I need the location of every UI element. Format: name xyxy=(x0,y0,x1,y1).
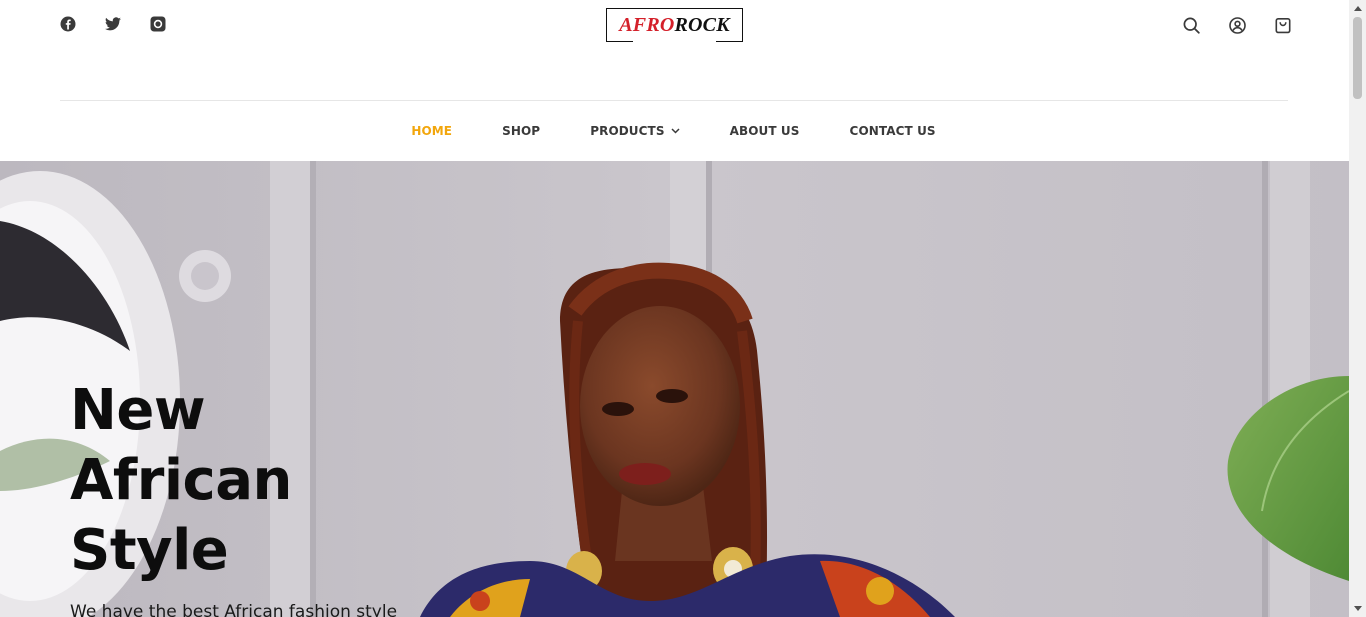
hero-title-line: African xyxy=(70,448,292,513)
site-header: AFRO ROCK HOME SHOP PRODUCTS ABOUT US CO… xyxy=(0,0,1349,161)
cart-icon[interactable] xyxy=(1273,15,1293,35)
nav-item-shop[interactable]: SHOP xyxy=(477,124,565,138)
nav-item-label: CONTACT US xyxy=(849,124,936,138)
logo-text-rock: ROCK xyxy=(674,13,730,36)
facebook-icon[interactable] xyxy=(58,14,77,33)
hero-title-line: Style xyxy=(70,518,229,583)
nav-item-label: PRODUCTS xyxy=(590,124,665,138)
scrollbar-thumb[interactable] xyxy=(1353,17,1362,99)
nav-item-label: SHOP xyxy=(502,124,541,138)
logo-text-afro: AFRO xyxy=(619,13,675,36)
site-logo[interactable]: AFRO ROCK xyxy=(606,8,743,43)
viewport: AFRO ROCK HOME SHOP PRODUCTS ABOUT US CO… xyxy=(0,0,1349,617)
nav-item-products[interactable]: PRODUCTS xyxy=(565,124,704,138)
scroll-down-arrow-icon[interactable] xyxy=(1349,600,1366,617)
nav-item-about-us[interactable]: ABOUT US xyxy=(705,124,825,138)
hero-banner: New African Style We have the best Afric… xyxy=(0,161,1349,617)
instagram-icon[interactable] xyxy=(148,14,167,33)
hero-text: New African Style xyxy=(70,376,292,586)
nav-list: HOME SHOP PRODUCTS ABOUT US CONTACT US xyxy=(386,124,960,138)
hero-subtitle: We have the best African fashion style xyxy=(70,602,398,617)
nav-item-label: ABOUT US xyxy=(729,124,800,138)
twitter-icon[interactable] xyxy=(103,14,122,33)
page: AFRO ROCK HOME SHOP PRODUCTS ABOUT US CO… xyxy=(0,0,1366,617)
scroll-up-arrow-icon[interactable] xyxy=(1349,0,1366,17)
search-icon[interactable] xyxy=(1181,15,1201,35)
account-icon[interactable] xyxy=(1227,15,1247,35)
main-nav: HOME SHOP PRODUCTS ABOUT US CONTACT US xyxy=(0,101,1349,161)
header-actions xyxy=(1181,15,1293,35)
hero-title: New African Style xyxy=(70,376,292,586)
chevron-down-icon xyxy=(671,128,680,134)
scrollbar[interactable] xyxy=(1349,0,1366,617)
social-links xyxy=(58,14,167,33)
nav-item-contact-us[interactable]: CONTACT US xyxy=(825,124,961,138)
nav-item-home[interactable]: HOME xyxy=(386,124,477,138)
nav-item-label: HOME xyxy=(411,124,453,138)
hero-title-line: New xyxy=(70,378,206,443)
